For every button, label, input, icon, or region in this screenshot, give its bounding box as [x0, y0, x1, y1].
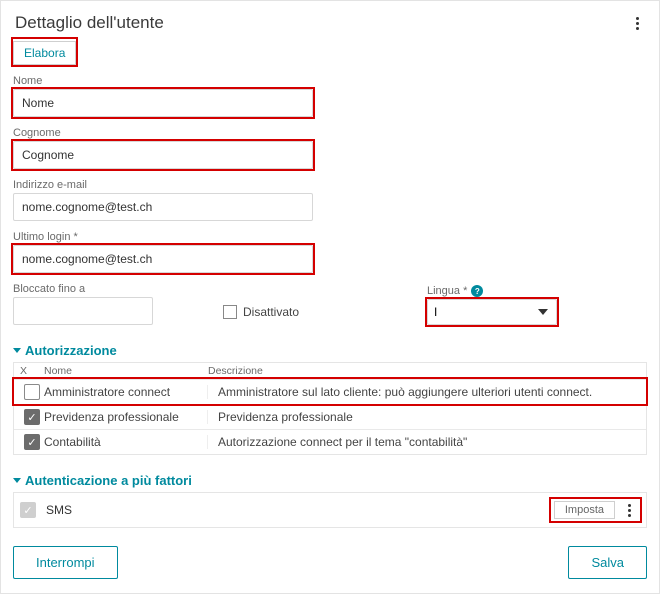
row-desc: Amministratore sul lato cliente: può agg… [208, 385, 646, 399]
autorizzazione-toggle[interactable]: Autorizzazione [13, 343, 647, 358]
table-row[interactable]: Amministratore connect Amministratore su… [14, 379, 646, 404]
disattivato-checkbox[interactable] [223, 305, 237, 319]
autorizzazione-title: Autorizzazione [25, 343, 117, 358]
sms-checkbox[interactable]: ✓ [20, 502, 36, 518]
email-input[interactable] [13, 193, 313, 221]
row-checkbox[interactable]: ✓ [24, 409, 40, 425]
mfa-row: ✓ SMS Imposta [13, 492, 647, 528]
disattivato-label: Disattivato [243, 305, 299, 319]
row-nome: Contabilità [44, 435, 208, 449]
nome-input[interactable] [13, 89, 313, 117]
col-x: X [20, 365, 44, 377]
col-nome: Nome [44, 365, 208, 377]
sms-label: SMS [46, 503, 551, 517]
col-desc: Descrizione [208, 365, 646, 377]
row-checkbox[interactable]: ✓ [24, 434, 40, 450]
row-nome: Amministratore connect [44, 385, 208, 399]
ultimo-login-input[interactable] [13, 245, 313, 273]
mfa-menu-icon[interactable] [621, 502, 637, 518]
table-row[interactable]: ✓ Contabilità Autorizzazione connect per… [14, 429, 646, 454]
cognome-input[interactable] [13, 141, 313, 169]
header-menu-icon[interactable] [629, 15, 645, 31]
cognome-label: Cognome [13, 127, 647, 139]
nome-label: Nome [13, 75, 647, 87]
elabora-button[interactable]: Elabora [13, 41, 76, 65]
row-checkbox[interactable] [24, 384, 40, 400]
info-icon[interactable]: ? [471, 285, 483, 297]
email-label: Indirizzo e-mail [13, 179, 647, 191]
row-desc: Previdenza professionale [208, 410, 646, 424]
mfa-title: Autenticazione a più fattori [25, 473, 192, 488]
chevron-down-icon [13, 478, 21, 483]
ultimo-login-label: Ultimo login * [13, 231, 647, 243]
lingua-select[interactable]: I [427, 299, 557, 325]
imposta-button[interactable]: Imposta [554, 501, 615, 519]
chevron-down-icon [13, 348, 21, 353]
bloccato-input[interactable] [13, 297, 153, 325]
bloccato-label: Bloccato fino a [13, 283, 153, 295]
table-row[interactable]: ✓ Previdenza professionale Previdenza pr… [14, 404, 646, 429]
row-desc: Autorizzazione connect per il tema "cont… [208, 435, 646, 449]
lingua-label: Lingua * [427, 285, 467, 297]
salva-button[interactable]: Salva [568, 546, 647, 579]
interrompi-button[interactable]: Interrompi [13, 546, 118, 579]
autorizzazione-table: X Nome Descrizione Amministratore connec… [13, 362, 647, 455]
mfa-toggle[interactable]: Autenticazione a più fattori [13, 473, 647, 488]
page-title: Dettaglio dell'utente [15, 13, 164, 33]
row-nome: Previdenza professionale [44, 410, 208, 424]
